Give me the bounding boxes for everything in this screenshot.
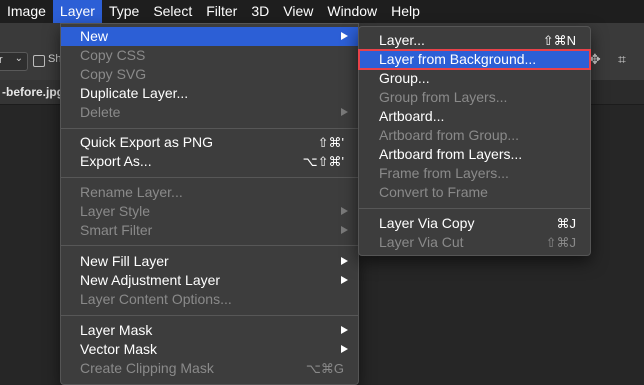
- submenu-arrow-icon: [341, 108, 348, 116]
- menu-item-create-clipping-mask: Create Clipping Mask ⌥⌘G: [61, 359, 358, 378]
- menu-item-shortcut: ⇧⌘J: [545, 235, 576, 250]
- menu-item-label: Artboard from Layers...: [379, 146, 523, 162]
- submenu-item-layer-from-background[interactable]: Layer from Background...: [358, 49, 591, 70]
- menu-item-duplicate-layer[interactable]: Duplicate Layer...: [61, 84, 358, 103]
- tool-preset-value: r: [0, 54, 3, 66]
- menu-type[interactable]: Type: [102, 0, 146, 23]
- menu-item-label: Layer Style: [80, 203, 151, 219]
- tool-preset-dropdown[interactable]: r ⌄: [0, 52, 28, 71]
- menu-item-label: Frame from Layers...: [379, 165, 509, 181]
- menu-filter[interactable]: Filter: [199, 0, 244, 23]
- menu-help[interactable]: Help: [384, 0, 427, 23]
- menu-separator: [61, 177, 358, 178]
- menu-item-copy-svg: Copy SVG: [61, 65, 358, 84]
- menu-item-label: Layer Via Copy: [379, 215, 475, 231]
- submenu-item-convert-to-frame: Convert to Frame: [359, 183, 590, 202]
- menu-item-label: Export As...: [80, 153, 152, 169]
- menu-window[interactable]: Window: [320, 0, 384, 23]
- menu-item-export-as[interactable]: Export As... ⌥⇧⌘': [61, 152, 358, 171]
- menu-separator: [61, 245, 358, 246]
- new-submenu: Layer... ⇧⌘N Layer from Background... Gr…: [358, 26, 591, 256]
- menu-separator: [61, 315, 358, 316]
- menu-item-label: Group from Layers...: [379, 89, 508, 105]
- transform-icon[interactable]: ⌗: [618, 51, 626, 68]
- menu-item-label: Duplicate Layer...: [80, 85, 189, 101]
- menu-item-label: New: [80, 28, 109, 44]
- submenu-item-artboard-from-layers[interactable]: Artboard from Layers...: [359, 145, 590, 164]
- menu-item-new-adjustment-layer[interactable]: New Adjustment Layer: [61, 271, 358, 290]
- submenu-item-artboard-from-group: Artboard from Group...: [359, 126, 590, 145]
- submenu-item-layer-via-cut: Layer Via Cut ⇧⌘J: [359, 233, 590, 252]
- menu-item-label: Layer from Background...: [379, 51, 537, 67]
- show-checkbox[interactable]: [33, 55, 45, 67]
- menu-item-delete: Delete: [61, 103, 358, 122]
- menu-separator: [61, 128, 358, 129]
- menu-item-layer-style: Layer Style: [61, 202, 358, 221]
- submenu-arrow-icon: [341, 345, 348, 353]
- menu-select[interactable]: Select: [146, 0, 199, 23]
- submenu-item-layer[interactable]: Layer... ⇧⌘N: [359, 31, 590, 50]
- menu-item-label: Rename Layer...: [80, 184, 183, 200]
- menu-item-label: Artboard...: [379, 108, 445, 124]
- menu-item-shortcut: ⌥⇧⌘': [302, 154, 344, 169]
- submenu-arrow-icon: [341, 226, 348, 234]
- menu-item-label: Layer Mask: [80, 322, 153, 338]
- menu-item-label: New Fill Layer: [80, 253, 169, 269]
- menu-item-layer-mask[interactable]: Layer Mask: [61, 321, 358, 340]
- menu-item-vector-mask[interactable]: Vector Mask: [61, 340, 358, 359]
- menu-item-rename-layer: Rename Layer...: [61, 183, 358, 202]
- menu-view[interactable]: View: [276, 0, 320, 23]
- menu-item-label: Layer...: [379, 32, 425, 48]
- menu-item-label: Convert to Frame: [379, 184, 488, 200]
- menu-item-label: Layer Via Cut: [379, 234, 464, 250]
- layer-menu: New Copy CSS Copy SVG Duplicate Layer...…: [60, 23, 359, 385]
- menu-item-label: Layer Content Options...: [80, 291, 232, 307]
- submenu-item-layer-via-copy[interactable]: Layer Via Copy ⌘J: [359, 214, 590, 233]
- menu-item-label: Delete: [80, 104, 121, 120]
- menu-item-shortcut: ⌘J: [556, 216, 577, 231]
- menu-item-label: New Adjustment Layer: [80, 272, 221, 288]
- submenu-item-group-from-layers: Group from Layers...: [359, 88, 590, 107]
- menu-item-new-fill-layer[interactable]: New Fill Layer: [61, 252, 358, 271]
- menu-item-label: Create Clipping Mask: [80, 360, 214, 376]
- menu-item-quick-export-png[interactable]: Quick Export as PNG ⇧⌘': [61, 133, 358, 152]
- menu-image[interactable]: Image: [0, 0, 53, 23]
- menu-item-label: Group...: [379, 70, 430, 86]
- menu-3d[interactable]: 3D: [244, 0, 276, 23]
- submenu-arrow-icon: [341, 257, 348, 265]
- submenu-arrow-icon: [341, 32, 348, 40]
- menu-item-shortcut: ⌥⌘G: [305, 361, 344, 376]
- menu-separator: [359, 208, 590, 209]
- menu-item-label: Smart Filter: [80, 222, 153, 238]
- document-tab[interactable]: -before.jpg: [0, 80, 66, 104]
- menu-layer[interactable]: Layer: [52, 0, 102, 23]
- menu-item-label: Artboard from Group...: [379, 127, 520, 143]
- menu-item-label: Quick Export as PNG: [80, 134, 214, 150]
- menu-item-shortcut: ⇧⌘N: [542, 33, 576, 48]
- menu-item-label: Copy SVG: [80, 66, 147, 82]
- menu-item-label: Copy CSS: [80, 47, 146, 63]
- menu-item-new[interactable]: New: [61, 27, 358, 46]
- menu-bar: Image Layer Type Select Filter 3D View W…: [0, 0, 644, 23]
- menu-item-smart-filter: Smart Filter: [61, 221, 358, 240]
- menu-item-copy-css: Copy CSS: [61, 46, 358, 65]
- menu-item-label: Vector Mask: [80, 341, 158, 357]
- submenu-arrow-icon: [341, 207, 348, 215]
- chevron-down-icon: ⌄: [14, 53, 23, 64]
- submenu-arrow-icon: [341, 326, 348, 334]
- menu-item-layer-content-options: Layer Content Options...: [61, 290, 358, 309]
- submenu-item-artboard[interactable]: Artboard...: [359, 107, 590, 126]
- submenu-arrow-icon: [341, 276, 348, 284]
- submenu-item-group[interactable]: Group...: [359, 69, 590, 88]
- menu-item-shortcut: ⇧⌘': [317, 135, 344, 150]
- submenu-item-frame-from-layers: Frame from Layers...: [359, 164, 590, 183]
